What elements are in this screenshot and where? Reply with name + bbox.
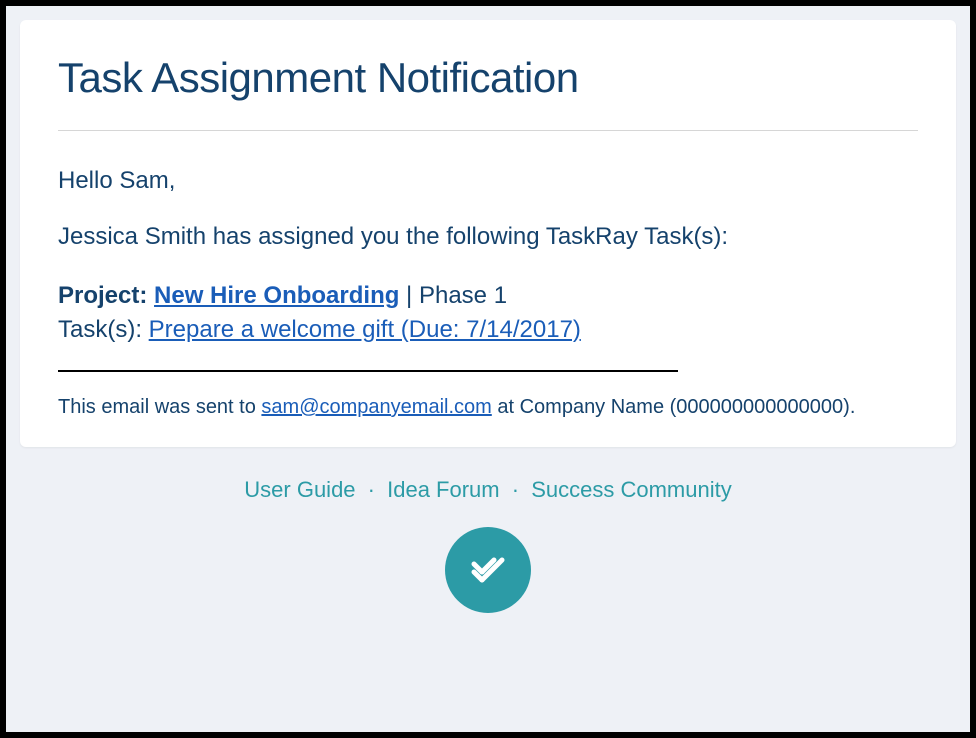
notification-card: Task Assignment Notification Hello Sam, … bbox=[20, 20, 956, 447]
dot-separator: · bbox=[368, 477, 375, 502]
footer-links: User Guide · Idea Forum · Success Commun… bbox=[6, 477, 970, 503]
divider bbox=[58, 130, 918, 131]
dot-separator: · bbox=[512, 477, 519, 502]
phase-separator: | bbox=[399, 282, 419, 309]
tasks-label: Task(s): bbox=[58, 316, 149, 343]
idea-forum-link[interactable]: Idea Forum bbox=[387, 477, 500, 502]
project-link[interactable]: New Hire Onboarding bbox=[154, 282, 399, 309]
project-line: Project: New Hire Onboarding | Phase 1 bbox=[58, 279, 918, 313]
success-community-link[interactable]: Success Community bbox=[531, 477, 732, 502]
recipient-email-link[interactable]: sam@companyemail.com bbox=[261, 396, 491, 418]
sent-suffix: at Company Name (000000000000000). bbox=[492, 396, 856, 418]
phase-text: Phase 1 bbox=[419, 282, 507, 309]
logo-container bbox=[6, 527, 970, 613]
sent-line: This email was sent to sam@companyemail.… bbox=[58, 396, 918, 419]
sent-prefix: This email was sent to bbox=[58, 396, 261, 418]
assignment-text: Jessica Smith has assigned you the follo… bbox=[58, 223, 918, 251]
page-title: Task Assignment Notification bbox=[58, 54, 918, 102]
tasks-line: Task(s): Prepare a welcome gift (Due: 7/… bbox=[58, 313, 918, 347]
project-label: Project: bbox=[58, 282, 147, 309]
page-background: Task Assignment Notification Hello Sam, … bbox=[6, 6, 970, 732]
user-guide-link[interactable]: User Guide bbox=[244, 477, 355, 502]
task-link[interactable]: Prepare a welcome gift (Due: 7/14/2017) bbox=[149, 316, 581, 343]
greeting-text: Hello Sam, bbox=[58, 167, 918, 195]
taskray-logo-icon bbox=[445, 527, 531, 613]
content-divider bbox=[58, 370, 678, 372]
